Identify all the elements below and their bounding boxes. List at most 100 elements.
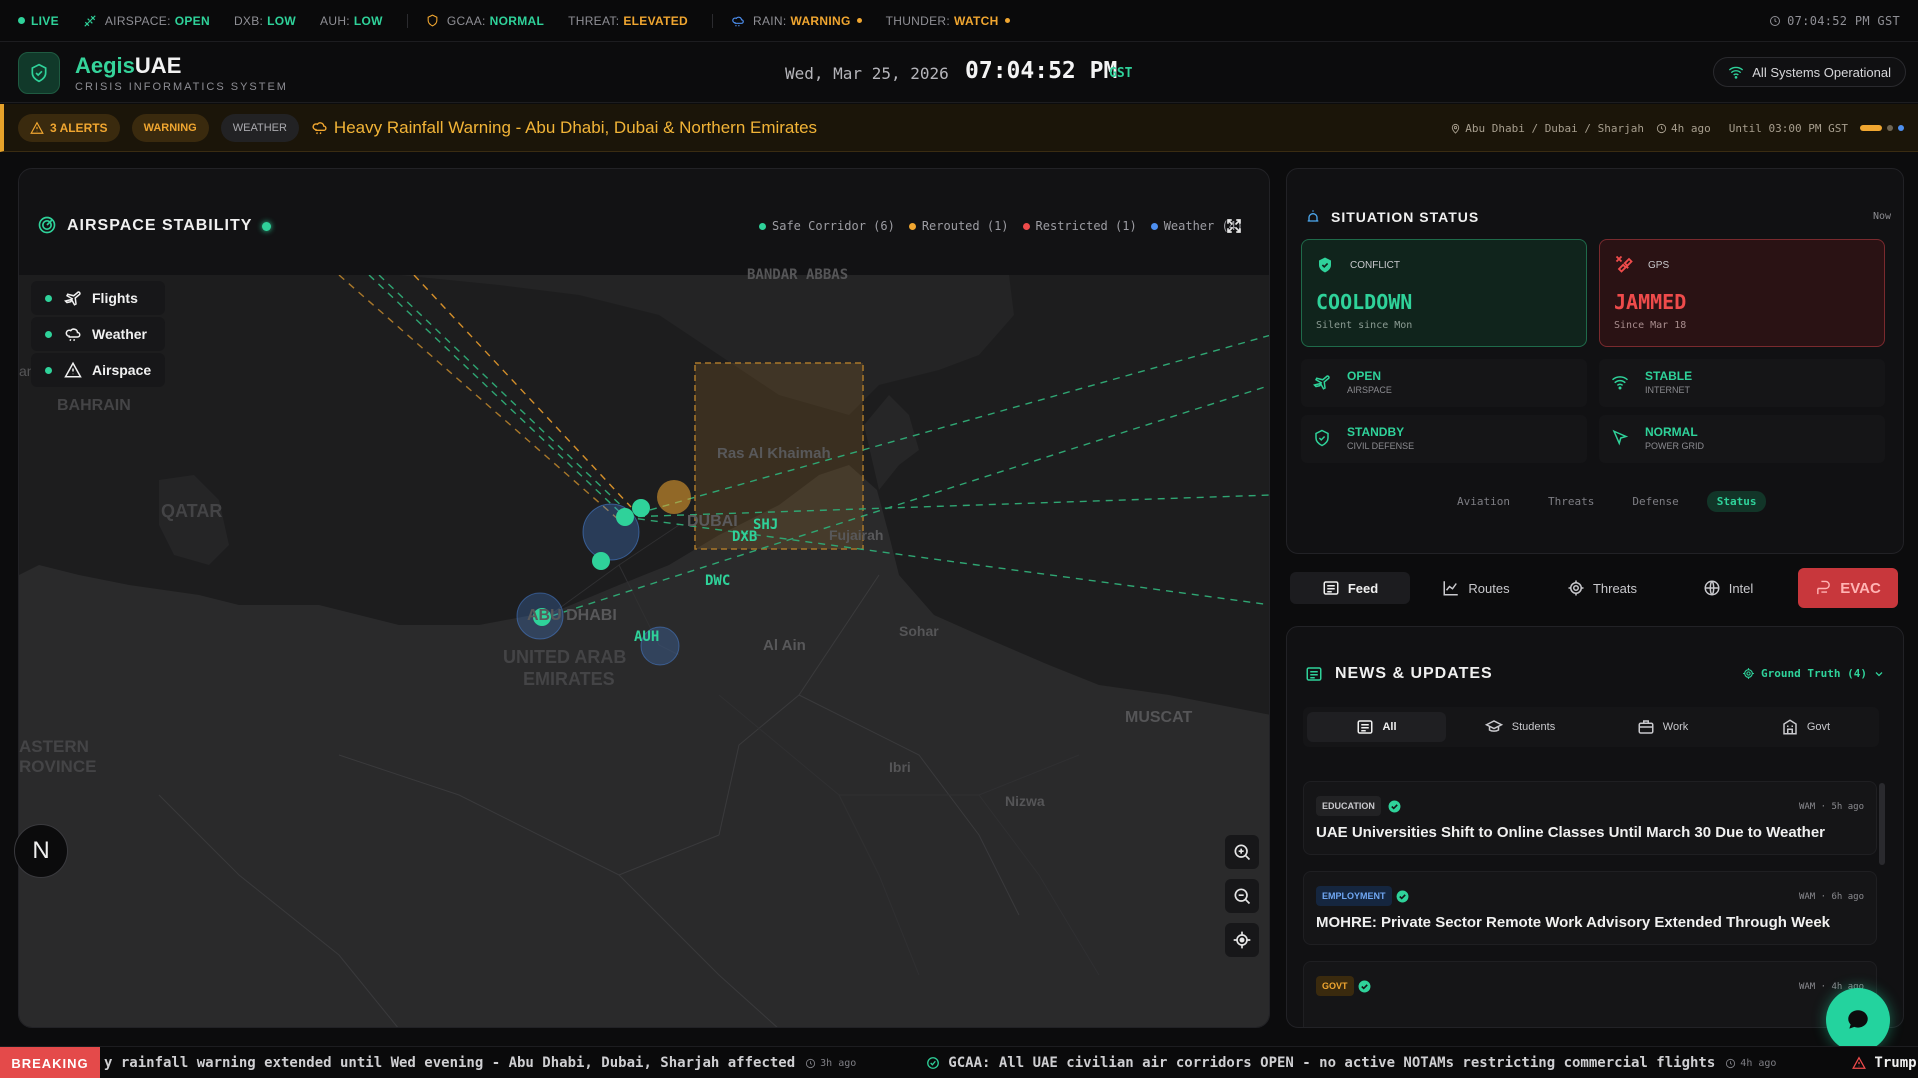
- layer-toggle-weather[interactable]: Weather: [31, 317, 165, 351]
- verified-icon: [1396, 890, 1409, 903]
- alert-count-badge[interactable]: 3 ALERTS: [18, 113, 120, 142]
- alert-title: Heavy Rainfall Warning - Abu Dhabi, Duba…: [333, 117, 818, 137]
- place-label: Fujairah: [829, 527, 884, 543]
- alert-bar[interactable]: 3 ALERTS WARNING WEATHER Heavy Rainfall …: [0, 104, 1918, 152]
- plane-icon: [1313, 375, 1330, 390]
- status-auh: AUH: LOW: [320, 13, 383, 28]
- chevron-down-icon: [1875, 671, 1883, 676]
- zoom-in-icon: [1234, 844, 1251, 861]
- gps-value: JAMMED: [1614, 290, 1687, 314]
- warning-icon: [64, 361, 82, 378]
- map-canvas[interactable]: BANDAR ABBAS an BAHRAIN QATAR Ras Al Kha…: [19, 267, 1269, 1027]
- map-live-dot: [262, 222, 271, 231]
- situation-filter-tabs: Aviation Threats Defense Status: [1447, 491, 1767, 512]
- place-label: BANDAR ABBAS: [747, 267, 849, 283]
- alert-until: Until 03:00 PM GST: [1728, 121, 1848, 135]
- alert-location: Abu Dhabi / Dubai / Sharjah: [1465, 121, 1645, 135]
- status-row-internet[interactable]: STABLE INTERNET: [1599, 359, 1885, 407]
- header-time: 07:04:52 PM: [965, 58, 1118, 84]
- tab-intel[interactable]: Intel: [1668, 572, 1788, 604]
- chat-button[interactable]: [1826, 988, 1890, 1052]
- map-title: AIRSPACE STABILITY: [67, 217, 253, 234]
- airport-label-auh[interactable]: AUH: [634, 629, 659, 645]
- ticker-item[interactable]: GCAA: All UAE civilian air corridors OPE…: [948, 1055, 1715, 1071]
- gps-card[interactable]: GPS JAMMED Since Mar 18: [1599, 239, 1885, 347]
- legend-safe: Safe Corridor (6): [759, 219, 895, 233]
- list-icon: [1323, 581, 1339, 595]
- pin-icon: [1452, 123, 1460, 134]
- airport-label-dwc[interactable]: DWC: [705, 573, 730, 589]
- crosshair-icon: [1233, 931, 1251, 949]
- target-icon: [1568, 580, 1584, 596]
- zoom-out-button[interactable]: [1225, 879, 1259, 913]
- news-item[interactable]: EMPLOYMENT WAM · 6h ago MOHRE: Private S…: [1303, 871, 1877, 945]
- cloud-rain-icon: [65, 328, 81, 342]
- alert-pager-active[interactable]: [1860, 125, 1882, 131]
- tab-threats[interactable]: Threats: [1542, 572, 1662, 604]
- warning-icon: [1852, 1056, 1867, 1069]
- place-label: Sohar: [899, 623, 939, 639]
- gps-sub: Since Mar 18: [1614, 320, 1687, 331]
- shield-check-icon: [1319, 257, 1331, 273]
- ticker-item[interactable]: Trump warns: [1874, 1055, 1918, 1071]
- building-icon: [1783, 719, 1797, 735]
- news-meta: WAM · 5h ago: [1798, 802, 1864, 812]
- layer-toggle-flights[interactable]: Flights: [31, 281, 165, 315]
- filter-threats[interactable]: Threats: [1538, 491, 1604, 512]
- recenter-button[interactable]: [1225, 923, 1259, 957]
- filter-status[interactable]: Status: [1706, 491, 1767, 512]
- status-bar: LIVE AIRSPACE: OPEN DXB: LOW AUH: LOW GCAA:…: [0, 0, 1918, 42]
- news-scrollbar[interactable]: [1879, 783, 1885, 865]
- tab-routes[interactable]: Routes: [1416, 572, 1536, 604]
- layer-toggle-airspace[interactable]: Airspace: [31, 353, 165, 387]
- divider: [406, 13, 408, 28]
- app-badge-logo[interactable]: N: [14, 824, 68, 878]
- category-badge: WEATHER: [220, 113, 299, 142]
- place-label: ROVINCE: [19, 757, 97, 776]
- filter-aviation[interactable]: Aviation: [1447, 491, 1520, 512]
- status-row-power-grid[interactable]: NORMAL POWER GRID: [1599, 415, 1885, 463]
- map-legend: Safe Corridor (6) Rerouted (1) Restricte…: [759, 219, 1257, 233]
- evac-button[interactable]: EVAC: [1798, 568, 1898, 608]
- main-tabs: Feed Routes Threats Intel EVAC: [1290, 568, 1904, 608]
- zoom-out-icon: [1234, 888, 1251, 905]
- alert-pager-dot[interactable]: [1898, 125, 1904, 131]
- shield-check-icon: [1315, 429, 1329, 447]
- news-filter-all[interactable]: All: [1307, 712, 1446, 742]
- news-item[interactable]: EDUCATION WAM · 5h ago UAE Universities …: [1303, 781, 1877, 855]
- zoom-in-button[interactable]: [1225, 835, 1259, 869]
- systems-status-button[interactable]: All Systems Operational: [1713, 57, 1906, 87]
- alert-pager-dot[interactable]: [1887, 125, 1893, 131]
- conflict-card[interactable]: CONFLICT COOLDOWN Silent since Mon: [1301, 239, 1587, 347]
- place-label: UNITED ARAB: [503, 647, 627, 667]
- news-tag: EMPLOYMENT: [1316, 886, 1392, 906]
- news-filter-govt[interactable]: Govt: [1736, 712, 1875, 742]
- brand-name-b: UAE: [134, 53, 182, 78]
- airport-label-shj[interactable]: SHJ: [753, 517, 778, 533]
- place-label: EMIRATES: [523, 669, 615, 689]
- graduation-cap-icon: [1484, 720, 1503, 732]
- ticker-item[interactable]: y rainfall warning extended until Wed ev…: [104, 1055, 795, 1071]
- news-panel: NEWS & UPDATES Ground Truth (4) All Stud…: [1286, 626, 1904, 1028]
- map-svg: [19, 275, 1269, 1027]
- situation-title: SITUATION STATUS: [1331, 209, 1480, 225]
- list-icon: [1357, 720, 1373, 734]
- news-title: NEWS & UPDATES: [1335, 665, 1493, 682]
- place-label: Nizwa: [1005, 793, 1045, 809]
- chat-bubble-icon: [1848, 1010, 1868, 1029]
- ground-truth-filter[interactable]: Ground Truth (4): [1742, 667, 1885, 680]
- status-row-airspace[interactable]: OPEN AIRSPACE: [1301, 359, 1587, 407]
- filter-defense[interactable]: Defense: [1622, 491, 1688, 512]
- news-item[interactable]: GOVT WAM · 4h ago: [1303, 961, 1877, 1027]
- place-label: ASTERN: [19, 737, 89, 756]
- layer-dot: [45, 294, 52, 302]
- tab-feed[interactable]: Feed: [1290, 572, 1410, 604]
- news-filter-work[interactable]: Work: [1593, 712, 1732, 742]
- news-filter-students[interactable]: Students: [1450, 712, 1589, 742]
- status-row-civil-defense[interactable]: STANDBY CIVIL DEFENSE: [1301, 415, 1587, 463]
- fullscreen-button[interactable]: [1222, 214, 1246, 238]
- place-label: Ras Al Khaimah: [717, 445, 831, 462]
- news-filter-bar: All Students Work Govt: [1303, 707, 1879, 747]
- news-headline: UAE Universities Shift to Online Classes…: [1316, 824, 1826, 841]
- place-label: Ibri: [889, 759, 911, 775]
